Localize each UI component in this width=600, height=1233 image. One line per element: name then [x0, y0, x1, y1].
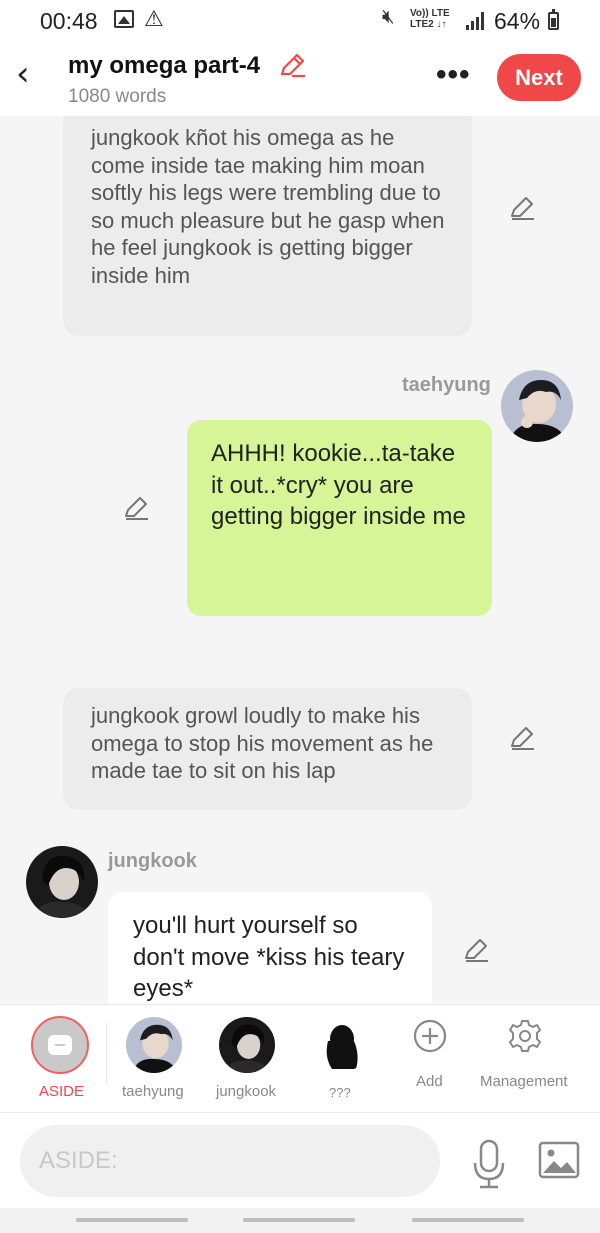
- input-bar: [0, 1112, 600, 1208]
- jungkook-avatar[interactable]: [219, 1017, 275, 1073]
- narration-message[interactable]: jungkook growl loudly to make his omega …: [63, 688, 472, 810]
- signal-icon: [466, 12, 486, 30]
- edit-pencil-icon[interactable]: [508, 194, 536, 222]
- aside-label: ASIDE: [39, 1083, 85, 1100]
- story-title: my omega part-4: [68, 52, 261, 79]
- unknown-character-label: ???: [329, 1085, 351, 1100]
- gallery-notification-icon: [114, 10, 134, 28]
- network-indicator: Vo)) LTE LTE2 ↓↑: [410, 8, 450, 30]
- microphone-icon[interactable]: [470, 1139, 508, 1189]
- character-toolbar: ASIDE taehyung jungkook ??? Add Manageme…: [0, 1004, 600, 1112]
- back-arrow-icon[interactable]: ‹: [16, 54, 30, 94]
- status-bar: 00:48 ⚠ 🔇︎ Vo)) LTE LTE2 ↓↑ 64%: [0, 0, 600, 42]
- narration-text: jungkook growl loudly to make his omega …: [91, 703, 434, 783]
- status-time: 00:48: [40, 8, 98, 34]
- taehyung-avatar[interactable]: [501, 370, 573, 442]
- add-label: Add: [416, 1073, 443, 1090]
- network-bottom-label: LTE2 ↓↑: [410, 19, 447, 30]
- message-bubble-jungkook[interactable]: you'll hurt yourself so don't move *kiss…: [108, 892, 432, 1004]
- chat-area[interactable]: jungkook kñot his omega as he come insid…: [0, 116, 600, 1004]
- edit-title-icon[interactable]: [278, 52, 306, 80]
- gear-icon[interactable]: [508, 1019, 542, 1053]
- message-text: AHHH! kookie...ta-take it out..*cry* you…: [211, 440, 466, 530]
- edit-pencil-icon[interactable]: [462, 936, 490, 964]
- edit-pencil-icon[interactable]: [122, 494, 150, 522]
- message-bubble-taehyung[interactable]: AHHH! kookie...ta-take it out..*cry* you…: [187, 420, 492, 616]
- more-options-icon[interactable]: •••: [436, 60, 471, 90]
- toolbar-divider: [106, 1023, 107, 1083]
- next-button[interactable]: Next: [497, 54, 581, 101]
- back-nav-button[interactable]: [412, 1218, 524, 1222]
- management-label: Management: [480, 1073, 568, 1090]
- battery-icon: [548, 9, 559, 30]
- speaker-name-jungkook: jungkook: [108, 850, 197, 872]
- narration-text: jungkook kñot his omega as he come insid…: [91, 125, 445, 288]
- mute-icon: 🔇︎: [382, 6, 395, 28]
- warning-icon: ⚠: [144, 6, 164, 31]
- image-icon[interactable]: [538, 1141, 580, 1179]
- edit-pencil-icon[interactable]: [508, 724, 536, 752]
- jungkook-label: jungkook: [216, 1083, 277, 1100]
- network-top-label: Vo)) LTE: [410, 8, 450, 19]
- speaker-name-taehyung: taehyung: [402, 374, 491, 396]
- word-count: 1080 words: [68, 86, 167, 107]
- recents-nav-button[interactable]: [76, 1218, 188, 1222]
- aside-input[interactable]: [20, 1125, 440, 1197]
- taehyung-label: taehyung: [122, 1083, 184, 1100]
- jungkook-avatar[interactable]: [26, 846, 98, 918]
- system-navigation-bar: [0, 1208, 600, 1233]
- home-nav-button[interactable]: [243, 1218, 355, 1222]
- top-bar: ‹ my omega part-4 1080 words ••• Next: [0, 42, 600, 116]
- battery-percent: 64%: [494, 8, 541, 34]
- taehyung-avatar[interactable]: [126, 1017, 182, 1073]
- plus-circle-icon[interactable]: [413, 1019, 447, 1053]
- narration-message[interactable]: jungkook kñot his omega as he come insid…: [63, 116, 472, 336]
- silhouette-avatar[interactable]: [312, 1017, 368, 1073]
- aside-icon[interactable]: [31, 1016, 89, 1074]
- message-text: you'll hurt yourself so don't move *kiss…: [133, 912, 405, 1002]
